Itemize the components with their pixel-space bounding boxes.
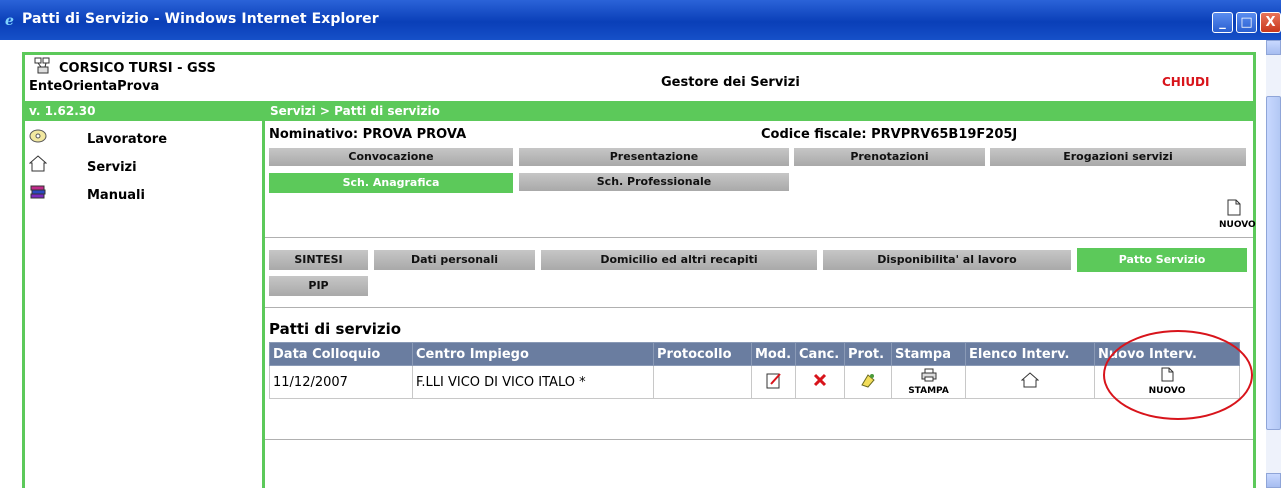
org-subtitle: EnteOrientaProva	[29, 79, 160, 94]
table-row: 11/12/2007 F.LLI VICO DI VICO ITALO * ST…	[269, 365, 1240, 399]
divider	[265, 307, 1253, 308]
stampa-button[interactable]: STAMPA	[891, 365, 966, 399]
col-protocollo: Protocollo	[653, 342, 752, 366]
sidebar: Lavoratore Servizi Manuali	[25, 121, 262, 488]
tab-convocazione[interactable]: Convocazione	[269, 148, 513, 166]
protocol-button[interactable]	[844, 365, 892, 399]
version-label: v. 1.62.30	[29, 104, 96, 118]
tab-presentazione[interactable]: Presentazione	[519, 148, 789, 166]
cell-centro-impiego: F.LLI VICO DI VICO ITALO *	[412, 365, 654, 399]
subtab-sintesi[interactable]: SINTESI	[269, 250, 368, 270]
col-canc: Canc.	[795, 342, 845, 366]
tab-sch-anagrafica[interactable]: Sch. Anagrafica	[269, 173, 513, 193]
house-icon	[1020, 372, 1040, 388]
network-logo-icon	[34, 57, 50, 74]
app-header: CORSICO TURSI - GSS EnteOrientaProva Ges…	[25, 55, 1253, 101]
app-title: Gestore dei Servizi	[661, 75, 800, 90]
svg-text:e: e	[5, 13, 14, 28]
sidebar-item-label: Servizi	[87, 160, 137, 175]
nuovo-button[interactable]: NUOVO	[1219, 199, 1256, 231]
subtab-disponibilita[interactable]: Disponibilita' al lavoro	[823, 250, 1071, 270]
house-icon	[29, 155, 47, 172]
divider	[265, 237, 1253, 238]
breadcrumb: Servizi > Patti di servizio	[270, 104, 440, 118]
stampa-label: STAMPA	[908, 385, 949, 396]
highlight-annotation-ring	[1103, 330, 1253, 420]
scroll-down-arrow[interactable]	[1266, 473, 1281, 488]
subtab-domicilio[interactable]: Domicilio ed altri recapiti	[541, 250, 817, 270]
minimize-button[interactable]: _	[1212, 12, 1233, 33]
ie-logo-icon: e	[5, 13, 14, 28]
cd-icon	[29, 129, 47, 143]
subtab-dati-personali[interactable]: Dati personali	[374, 250, 535, 270]
col-prot: Prot.	[844, 342, 892, 366]
main-content: Nominativo: PROVA PROVA Codice fiscale: …	[265, 121, 1256, 488]
sidebar-item-servizi[interactable]: Servizi	[29, 155, 259, 179]
new-document-icon	[1227, 199, 1241, 216]
breadcrumb-bar: v. 1.62.30 Servizi > Patti di servizio	[25, 101, 1253, 121]
org-name: CORSICO TURSI - GSS	[59, 61, 216, 76]
tab-erogazioni-servizi[interactable]: Erogazioni servizi	[990, 148, 1246, 166]
delete-button[interactable]	[795, 365, 845, 399]
books-icon	[30, 185, 46, 199]
cell-data-colloquio: 11/12/2007	[269, 365, 413, 399]
delete-x-icon	[813, 373, 827, 387]
stamp-icon	[861, 374, 875, 388]
elenco-interv-button[interactable]	[965, 365, 1095, 399]
col-mod: Mod.	[751, 342, 796, 366]
col-elenco-interv: Elenco Interv.	[965, 342, 1095, 366]
col-data-colloquio: Data Colloquio	[269, 342, 413, 366]
col-centro-impiego: Centro Impiego	[412, 342, 654, 366]
col-stampa: Stampa	[891, 342, 966, 366]
nominativo-label: Nominativo: PROVA PROVA	[269, 127, 467, 142]
edit-icon	[766, 373, 781, 389]
nuovo-label: NUOVO	[1219, 220, 1256, 230]
edit-button[interactable]	[751, 365, 796, 399]
subtab-patto-servizio[interactable]: Patto Servizio	[1077, 248, 1247, 272]
cell-protocollo	[653, 365, 752, 399]
sidebar-item-manuali[interactable]: Manuali	[29, 183, 259, 207]
scroll-up-arrow[interactable]	[1266, 40, 1281, 55]
chiudi-link[interactable]: CHIUDI	[1162, 75, 1209, 89]
window-titlebar: e Patti di Servizio - Windows Internet E…	[0, 0, 1281, 40]
printer-icon	[921, 368, 936, 381]
scrollbar-thumb[interactable]	[1266, 96, 1281, 430]
subtab-pip[interactable]: PIP	[269, 276, 368, 296]
close-window-button[interactable]: X	[1260, 12, 1281, 33]
sidebar-item-lavoratore[interactable]: Lavoratore	[29, 127, 259, 151]
codice-fiscale-label: Codice fiscale: PRVPRV65B19F205J	[761, 127, 1018, 142]
maximize-button[interactable]: □	[1236, 12, 1257, 33]
section-title: Patti di servizio	[269, 320, 402, 338]
sidebar-item-label: Lavoratore	[87, 132, 168, 147]
sidebar-item-label: Manuali	[87, 188, 145, 203]
tab-prenotazioni[interactable]: Prenotazioni	[794, 148, 985, 166]
patti-table: Data Colloquio Centro Impiego Protocollo…	[269, 342, 1240, 399]
vertical-scrollbar[interactable]	[1266, 40, 1281, 488]
tab-sch-professionale[interactable]: Sch. Professionale	[519, 173, 789, 191]
divider	[265, 439, 1253, 440]
window-title: Patti di Servizio - Windows Internet Exp…	[22, 11, 379, 27]
